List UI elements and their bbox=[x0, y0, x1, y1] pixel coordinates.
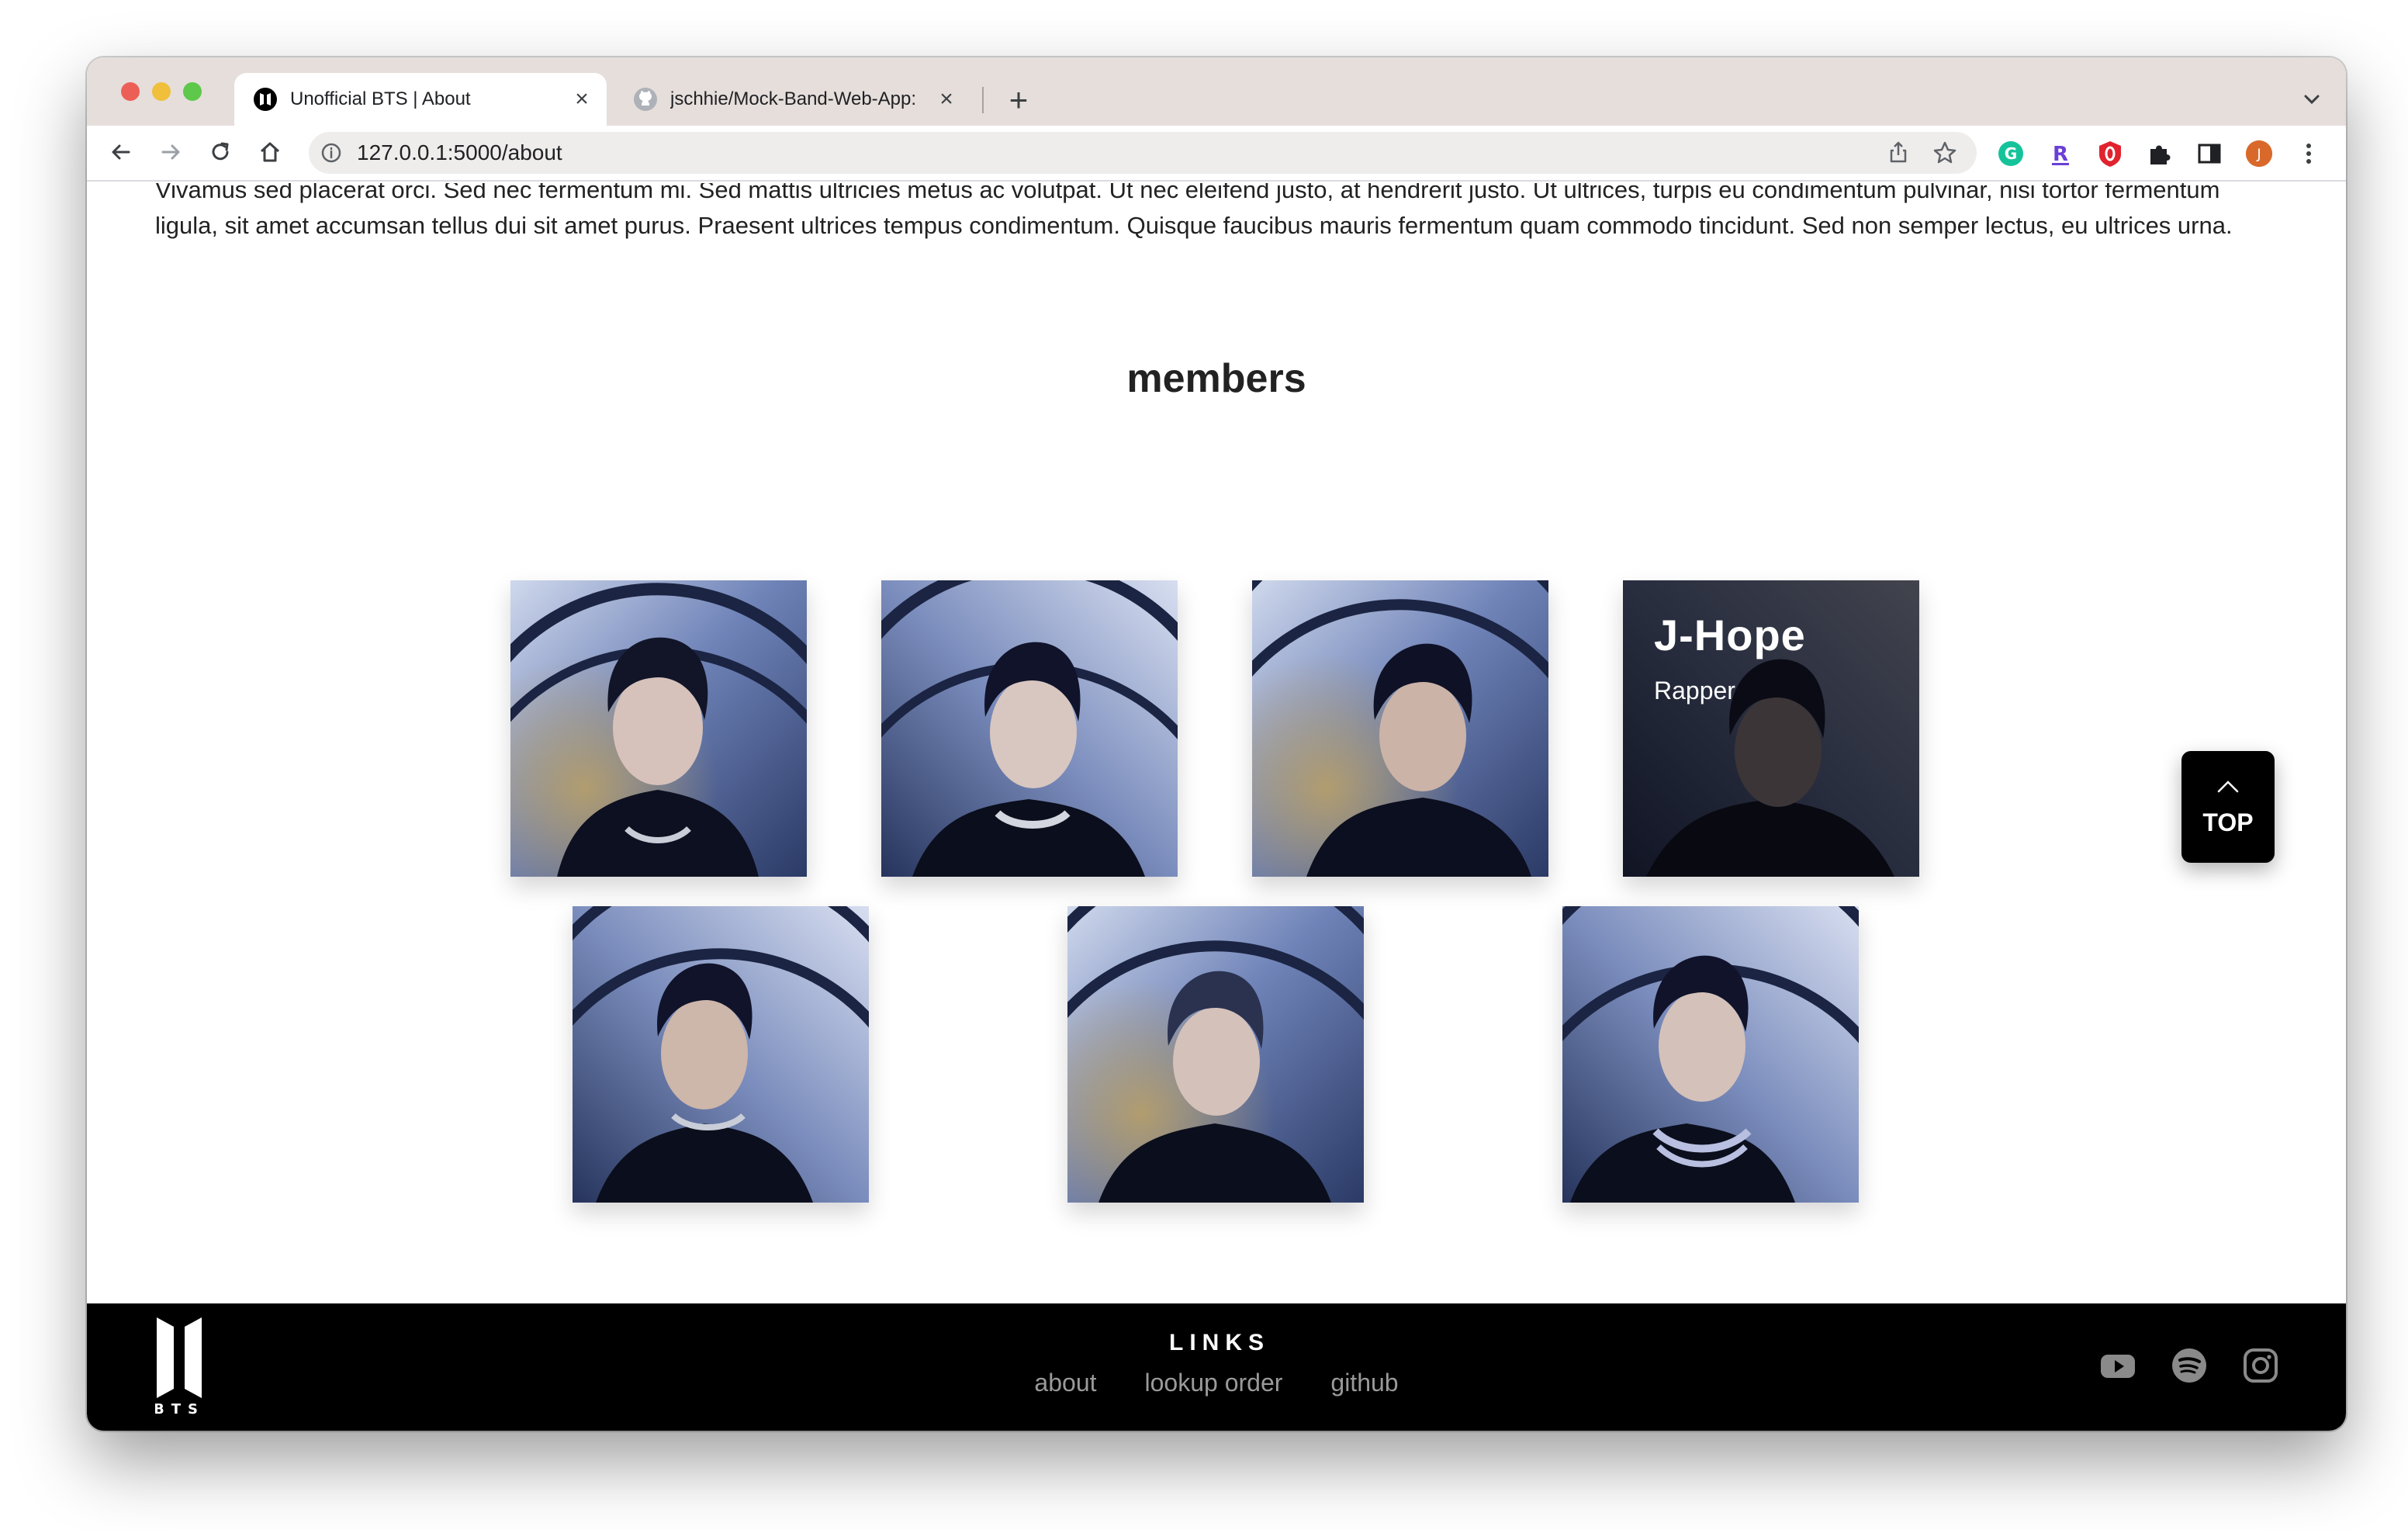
tab-strip: Unofficial BTS | About × jschhie/Mock-Ba… bbox=[87, 57, 2346, 126]
site-footer: BTS LINKS about lookup order github bbox=[87, 1303, 2346, 1431]
sidebar-icon[interactable] bbox=[2195, 140, 2223, 168]
back-to-top-button[interactable]: TOP bbox=[2181, 751, 2275, 863]
footer-link-lookup-order[interactable]: lookup order bbox=[1145, 1369, 1283, 1397]
address-bar[interactable]: 127.0.0.1:5000/about bbox=[309, 132, 1977, 174]
tab-unofficial-bts-about[interactable]: Unofficial BTS | About × bbox=[234, 73, 607, 126]
puzzle-icon[interactable] bbox=[2146, 140, 2174, 168]
grammarly-icon[interactable]: G bbox=[1997, 140, 2025, 168]
new-tab-button[interactable]: + bbox=[999, 81, 1038, 119]
close-window-button[interactable] bbox=[121, 82, 140, 101]
page-content: Vivamus sed placerat orci. Sed nec ferme… bbox=[87, 183, 2346, 1431]
member-photo bbox=[1252, 580, 1548, 877]
kebab-menu-icon bbox=[2306, 144, 2311, 164]
bts-favicon-icon bbox=[254, 88, 277, 111]
member-name: J-Hope bbox=[1654, 611, 1806, 659]
tab-close-icon[interactable]: × bbox=[932, 85, 960, 113]
member-role: Rapper bbox=[1654, 677, 1735, 704]
member-photo bbox=[1067, 906, 1364, 1203]
member-card-hovered[interactable]: J-Hope Rapper bbox=[1623, 580, 1919, 877]
tab-title: jschhie/Mock-Band-Web-App: bbox=[670, 88, 917, 109]
chevron-down-icon[interactable] bbox=[2298, 85, 2326, 113]
url-text[interactable]: 127.0.0.1:5000/about bbox=[357, 141, 562, 164]
github-icon bbox=[634, 88, 657, 111]
members-heading: members bbox=[1126, 356, 1306, 401]
footer-link-github[interactable]: github bbox=[1330, 1369, 1398, 1397]
links-heading: LINKS bbox=[1169, 1330, 1270, 1355]
reload-icon bbox=[212, 142, 229, 161]
member-card[interactable] bbox=[1252, 580, 1548, 877]
forward-button[interactable] bbox=[154, 135, 188, 169]
member-card[interactable] bbox=[573, 906, 869, 1203]
home-icon bbox=[260, 142, 280, 162]
profile-initial: J bbox=[2256, 146, 2261, 162]
footer-link-about[interactable]: about bbox=[1034, 1369, 1096, 1397]
instagram-icon[interactable] bbox=[2242, 1347, 2279, 1384]
bookmark-star-icon[interactable] bbox=[1932, 140, 1958, 166]
browser-menu-button[interactable] bbox=[2295, 140, 2323, 168]
tab-github-repo[interactable]: jschhie/Mock-Band-Web-App: × bbox=[614, 73, 971, 126]
member-photo bbox=[573, 906, 869, 1203]
home-button[interactable] bbox=[253, 135, 287, 169]
chevron-up-icon bbox=[2217, 781, 2239, 793]
member-card[interactable] bbox=[1562, 906, 1859, 1203]
spotify-icon[interactable] bbox=[2171, 1347, 2208, 1384]
svg-text:R: R bbox=[2053, 143, 2068, 166]
svg-text:G: G bbox=[2005, 144, 2017, 163]
zoom-window-button[interactable] bbox=[183, 82, 202, 101]
browser-toolbar: 127.0.0.1:5000/about G R J bbox=[87, 126, 2346, 182]
share-icon[interactable] bbox=[1885, 140, 1912, 166]
top-label: TOP bbox=[2202, 808, 2254, 836]
tab-separator bbox=[982, 87, 984, 113]
r-extension-icon[interactable]: R bbox=[2046, 140, 2074, 168]
opera-adblock-icon[interactable] bbox=[2096, 140, 2124, 168]
member-photo bbox=[510, 580, 807, 877]
member-photo bbox=[1562, 906, 1859, 1203]
member-photo bbox=[881, 580, 1178, 877]
profile-avatar[interactable]: J bbox=[2245, 140, 2273, 168]
tab-close-icon[interactable]: × bbox=[568, 85, 596, 113]
footer-links: about lookup order github bbox=[87, 1369, 2346, 1397]
browser-window: Unofficial BTS | About × jschhie/Mock-Ba… bbox=[87, 57, 2346, 1431]
member-card[interactable] bbox=[1067, 906, 1364, 1203]
youtube-icon[interactable] bbox=[2099, 1347, 2136, 1384]
back-button[interactable] bbox=[104, 135, 138, 169]
site-info-icon[interactable] bbox=[320, 141, 343, 164]
tab-title: Unofficial BTS | About bbox=[290, 88, 471, 109]
member-card[interactable] bbox=[881, 580, 1178, 877]
minimize-window-button[interactable] bbox=[152, 82, 171, 101]
reload-button[interactable] bbox=[203, 135, 237, 169]
logo-text: BTS bbox=[155, 1401, 203, 1415]
member-card[interactable] bbox=[510, 580, 807, 877]
arrow-right-icon bbox=[161, 144, 180, 160]
arrow-left-icon bbox=[112, 144, 130, 160]
intro-paragraph: Vivamus sed placerat orci. Sed nec ferme… bbox=[155, 183, 2233, 239]
